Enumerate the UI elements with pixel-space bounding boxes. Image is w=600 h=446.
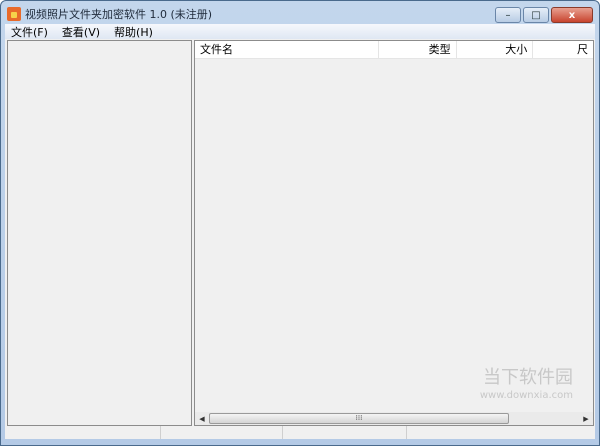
- app-icon: [7, 7, 21, 21]
- watermark: 当下软件园 www.downxia.com: [479, 367, 573, 402]
- status-bar: [5, 426, 595, 439]
- menu-view[interactable]: 查看(V): [62, 24, 100, 40]
- title-bar: 视频照片文件夹加密软件 1.0 (未注册): [7, 5, 212, 23]
- window-title: 视频照片文件夹加密软件 1.0 (未注册): [25, 8, 213, 21]
- horizontal-scrollbar[interactable]: ◀ ⁞⁞⁞ ▶: [195, 412, 593, 425]
- app-window: 视频照片文件夹加密软件 1.0 (未注册) – □ x 文件(F) 查看(V) …: [0, 0, 600, 446]
- column-type[interactable]: 类型: [379, 41, 457, 59]
- menu-file[interactable]: 文件(F): [11, 24, 48, 40]
- file-list-pane[interactable]: 文件名 类型 大小 尺 当下软件园 www.downxia.com ◀ ⁞⁞⁞ ▶: [194, 40, 594, 426]
- folder-tree-pane[interactable]: [7, 40, 192, 426]
- scroll-left-arrow-icon[interactable]: ◀: [195, 415, 209, 423]
- column-dimensions[interactable]: 尺: [533, 41, 593, 59]
- scroll-right-arrow-icon[interactable]: ▶: [579, 415, 593, 423]
- menu-bar: 文件(F) 查看(V) 帮助(H): [5, 24, 595, 39]
- column-filename[interactable]: 文件名: [195, 41, 380, 59]
- list-header: 文件名 类型 大小 尺: [195, 41, 593, 59]
- maximize-button[interactable]: □: [523, 7, 549, 23]
- minimize-button[interactable]: –: [495, 7, 521, 23]
- column-size[interactable]: 大小: [457, 41, 534, 59]
- menu-help[interactable]: 帮助(H): [114, 24, 153, 40]
- close-button[interactable]: x: [551, 7, 593, 23]
- scroll-thumb[interactable]: ⁞⁞⁞: [209, 413, 509, 424]
